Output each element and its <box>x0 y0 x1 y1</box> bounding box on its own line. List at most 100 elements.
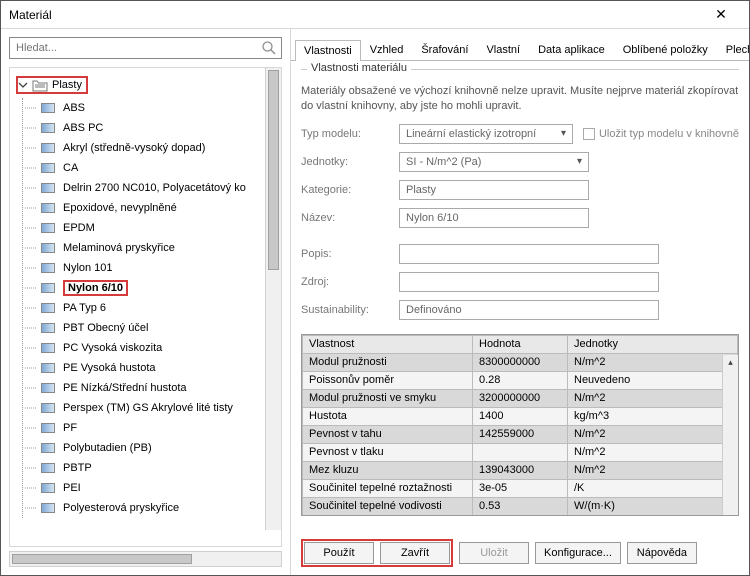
table-cell[interactable]: Neuvedeno <box>568 371 738 389</box>
apply-button[interactable]: Použít <box>304 542 374 564</box>
table-cell[interactable]: Pevnost v tlaku <box>303 443 473 461</box>
tree-item[interactable]: PA Typ 6 <box>23 298 281 318</box>
tab-vlastn-[interactable]: Vlastní <box>477 39 529 60</box>
desc-field[interactable] <box>399 244 659 264</box>
scroll-thumb[interactable] <box>268 70 279 270</box>
tree-item[interactable]: PBTP <box>23 458 281 478</box>
search-input[interactable] <box>14 41 261 55</box>
source-field[interactable] <box>399 272 659 292</box>
tab-vlastnosti[interactable]: Vlastnosti <box>295 40 361 61</box>
table-cell[interactable]: N/m^2 <box>568 389 738 407</box>
table-cell[interactable]: 0.28 <box>473 371 568 389</box>
table-row[interactable]: Modul pružnosti8300000000N/m^2 <box>303 353 738 371</box>
tree-item-label: Polyesterová pryskyřice <box>63 502 179 514</box>
table-cell[interactable]: 8300000000 <box>473 353 568 371</box>
table-row[interactable]: Součinitel tepelné vodivosti0.53W/(m·K) <box>303 497 738 515</box>
table-cell[interactable]: W/(m·K) <box>568 497 738 515</box>
table-cell[interactable]: Pevnost v tahu <box>303 425 473 443</box>
tree-root[interactable]: Plasty <box>10 74 281 96</box>
table-cell[interactable]: Mez kluzu <box>303 461 473 479</box>
tree-item[interactable]: Nylon 101 <box>23 258 281 278</box>
tab-plech[interactable]: Plech <box>717 39 749 60</box>
table-cell[interactable]: 139043000 <box>473 461 568 479</box>
table-scrollbar-vertical[interactable]: ▴ <box>722 355 738 515</box>
table-cell[interactable]: kg/m^3 <box>568 407 738 425</box>
table-cell[interactable]: N/m^2 <box>568 461 738 479</box>
table-cell[interactable]: N/m^2 <box>568 443 738 461</box>
table-row[interactable]: Poissonův poměr0.28Neuvedeno <box>303 371 738 389</box>
category-field[interactable]: Plasty <box>399 180 589 200</box>
tree-item[interactable]: Perspex (TM) GS Akrylové lité tisty <box>23 398 281 418</box>
save-type-checkbox[interactable]: Uložit typ modelu v knihovně <box>583 128 739 140</box>
tab--rafov-n-[interactable]: Šrafování <box>412 39 477 60</box>
table-row[interactable]: Pevnost v tahu142559000N/m^2 <box>303 425 738 443</box>
tree-root-label: Plasty <box>52 79 82 91</box>
sustainability-field[interactable]: Definováno <box>399 300 659 320</box>
tree-item[interactable]: Akryl (středně-vysoký dopad) <box>23 138 281 158</box>
search-icon[interactable] <box>261 40 277 56</box>
table-cell[interactable]: Hustota <box>303 407 473 425</box>
help-button[interactable]: Nápověda <box>627 542 697 564</box>
model-type-label: Typ modelu: <box>301 128 391 140</box>
table-header[interactable]: Vlastnost <box>303 335 473 353</box>
table-cell[interactable]: 0.53 <box>473 497 568 515</box>
tree-item[interactable]: PBT Obecný účel <box>23 318 281 338</box>
tree-item[interactable]: Polyesterová pryskyřice <box>23 498 281 518</box>
tree-scrollbar-horizontal[interactable] <box>9 551 282 567</box>
table-cell[interactable]: Součinitel tepelné roztažnosti <box>303 479 473 497</box>
table-row[interactable]: Mez kluzu139043000N/m^2 <box>303 461 738 479</box>
table-row[interactable]: Hustota1400kg/m^3 <box>303 407 738 425</box>
tree-item[interactable]: PF <box>23 418 281 438</box>
tree-scrollbar-vertical[interactable] <box>265 68 281 530</box>
table-cell[interactable]: Modul pružnosti <box>303 353 473 371</box>
table-cell[interactable]: N/m^2 <box>568 425 738 443</box>
material-swatch-icon <box>41 483 55 493</box>
tree-item[interactable]: Polybutadien (PB) <box>23 438 281 458</box>
material-swatch-icon <box>41 363 55 373</box>
table-cell[interactable]: Poissonův poměr <box>303 371 473 389</box>
tree-item[interactable]: Epoxidové, nevyplněné <box>23 198 281 218</box>
scroll-thumb[interactable] <box>12 554 192 564</box>
table-cell[interactable]: Součinitel tepelné vodivosti <box>303 497 473 515</box>
table-row[interactable]: Pevnost v tlaku N/m^2 <box>303 443 738 461</box>
tree-item[interactable]: PE Vysoká hustota <box>23 358 281 378</box>
tab-data-aplikace[interactable]: Data aplikace <box>529 39 614 60</box>
close-button[interactable]: Zavřít <box>380 542 450 564</box>
close-icon[interactable]: ✕ <box>701 6 741 23</box>
tree-item[interactable]: Nylon 6/10 <box>23 278 281 298</box>
tree-item[interactable]: PC Vysoká viskozita <box>23 338 281 358</box>
tab-obl-ben-polo-ky[interactable]: Oblíbené položky <box>614 39 717 60</box>
properties-table[interactable]: VlastnostHodnotaJednotky Modul pružnosti… <box>302 335 738 516</box>
table-cell[interactable]: 3e-05 <box>473 479 568 497</box>
tree-item-label: PE Nízká/Střední hustota <box>63 382 187 394</box>
tree-item[interactable]: ABS <box>23 98 281 118</box>
source-label: Zdroj: <box>301 276 391 288</box>
table-cell[interactable] <box>473 443 568 461</box>
scroll-up-icon[interactable]: ▴ <box>723 355 738 371</box>
table-header[interactable]: Hodnota <box>473 335 568 353</box>
tree-item[interactable]: EPDM <box>23 218 281 238</box>
table-cell[interactable]: 142559000 <box>473 425 568 443</box>
config-button[interactable]: Konfigurace... <box>535 542 621 564</box>
units-combo[interactable]: SI - N/m^2 (Pa) ▾ <box>399 152 589 172</box>
tree-item[interactable]: PEI <box>23 478 281 498</box>
save-button[interactable]: Uložit <box>459 542 529 564</box>
tree-item[interactable]: PE Nízká/Střední hustota <box>23 378 281 398</box>
table-header[interactable]: Jednotky <box>568 335 738 353</box>
table-cell[interactable]: 1400 <box>473 407 568 425</box>
model-type-combo[interactable]: Lineární elastický izotropní ▾ <box>399 124 573 144</box>
table-cell[interactable]: N/m^2 <box>568 353 738 371</box>
tree-item[interactable]: Delrin 2700 NC010, Polyacetátový ko <box>23 178 281 198</box>
table-row[interactable]: Součinitel tepelné roztažnosti3e-05/K <box>303 479 738 497</box>
table-cell[interactable]: /K <box>568 479 738 497</box>
name-field[interactable]: Nylon 6/10 <box>399 208 589 228</box>
table-cell[interactable]: 3200000000 <box>473 389 568 407</box>
table-cell[interactable]: Modul pružnosti ve smyku <box>303 389 473 407</box>
chevron-down-icon[interactable] <box>18 80 28 90</box>
tree-item[interactable]: CA <box>23 158 281 178</box>
tree-item[interactable]: ABS PC <box>23 118 281 138</box>
material-swatch-icon <box>41 443 55 453</box>
table-row[interactable]: Modul pružnosti ve smyku3200000000N/m^2 <box>303 389 738 407</box>
tree-item[interactable]: Melaminová pryskyřice <box>23 238 281 258</box>
tab-vzhled[interactable]: Vzhled <box>361 39 413 60</box>
